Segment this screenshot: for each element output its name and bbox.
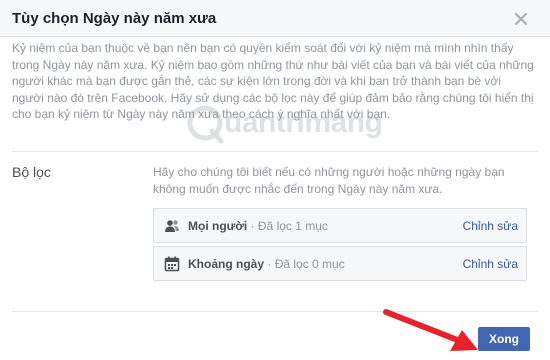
filters-label: Bộ lọc bbox=[12, 164, 51, 180]
close-icon[interactable] bbox=[513, 11, 529, 27]
intro-text: Kỷ niệm của bạn thuộc về bạn nên bạn có … bbox=[12, 41, 534, 121]
filter-row-date-range: Khoảng ngày · Đã lọc 0 mục Chỉnh sửa bbox=[153, 246, 527, 281]
calendar-icon bbox=[164, 256, 180, 272]
filter-name: Khoảng ngày bbox=[188, 257, 265, 271]
filter-separator: · bbox=[247, 219, 258, 233]
filter-name: Mọi người bbox=[188, 219, 248, 233]
edit-people-link[interactable]: Chỉnh sửa bbox=[463, 219, 518, 233]
people-icon bbox=[165, 220, 179, 232]
section-divider bbox=[12, 151, 538, 152]
edit-date-range-link[interactable]: Chỉnh sửa bbox=[463, 257, 518, 271]
dialog-header: Tùy chọn Ngày này năm xưa bbox=[0, 0, 550, 37]
filter-status: Đã lọc 1 mục bbox=[257, 219, 328, 233]
filter-row-people: Mọi người · Đã lọc 1 mục Chỉnh sửa bbox=[153, 208, 527, 243]
dialog-title: Tùy chọn Ngày này năm xưa bbox=[12, 10, 217, 27]
filter-separator: · bbox=[264, 257, 275, 271]
filters-description: Hãy cho chúng tôi biết nếu có những ngườ… bbox=[153, 165, 505, 196]
memories-preferences-dialog: Tùy chọn Ngày này năm xưa Kỷ niệm của bạ… bbox=[0, 0, 550, 360]
footer-divider bbox=[12, 311, 538, 312]
done-button[interactable]: Xong bbox=[478, 327, 530, 351]
filter-status: Đã lọc 0 mục bbox=[274, 257, 345, 271]
annotation-arrow-icon bbox=[383, 309, 478, 351]
